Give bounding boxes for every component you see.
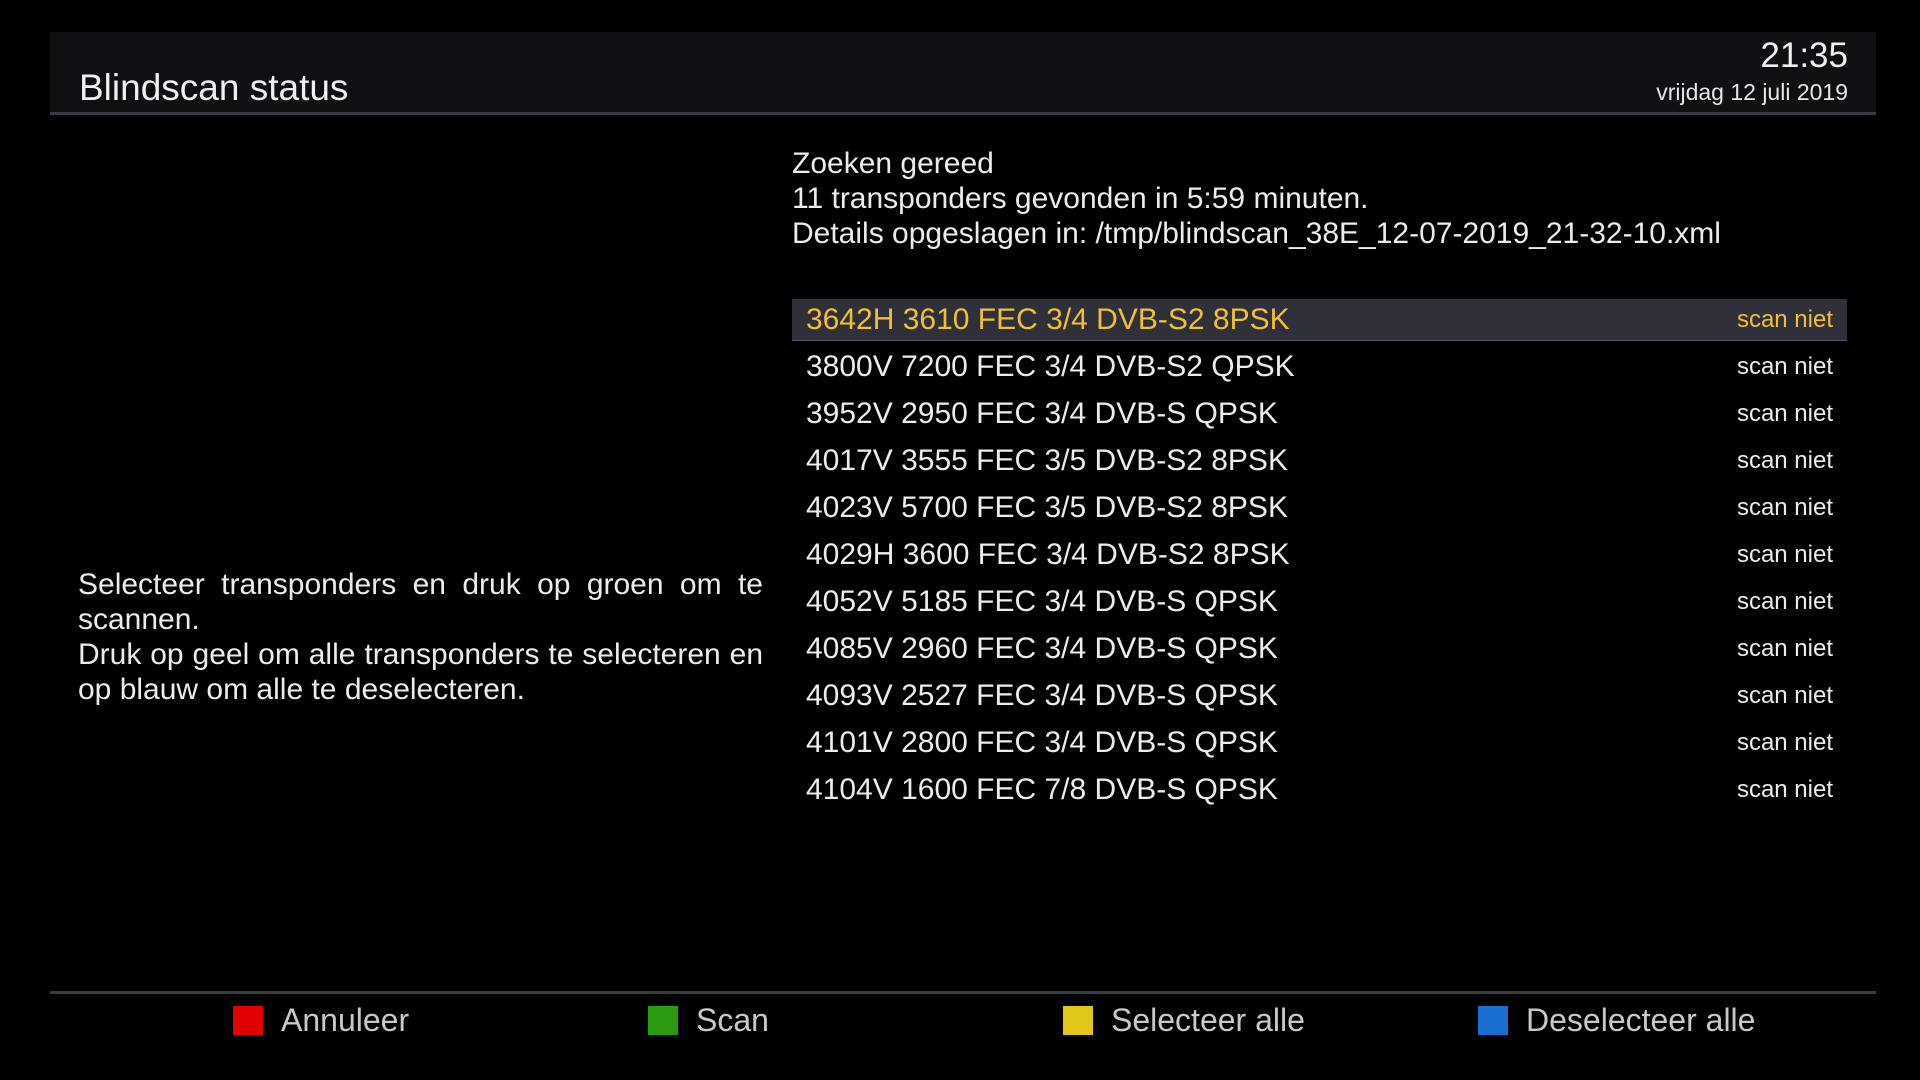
transponder-row[interactable]: 3642H 3610 FEC 3/4 DVB-S2 8PSK scan niet xyxy=(792,299,1847,341)
transponder-scan-status: scan niet xyxy=(1736,353,1833,380)
transponder-scan-status: scan niet xyxy=(1736,494,1833,521)
transponder-name: 4085V 2960 FEC 3/4 DVB-S QPSK xyxy=(806,632,1278,665)
transponder-list[interactable]: 3642H 3610 FEC 3/4 DVB-S2 8PSK scan niet… xyxy=(792,299,1847,816)
transponder-row[interactable]: 4052V 5185 FEC 3/4 DVB-S QPSK scan niet xyxy=(792,581,1847,628)
red-key-icon xyxy=(233,1005,263,1035)
transponder-scan-status: scan niet xyxy=(1736,541,1833,568)
yellow-key-icon xyxy=(1063,1005,1093,1035)
transponder-name: 4029H 3600 FEC 3/4 DVB-S2 8PSK xyxy=(806,538,1290,571)
scan-status-text: Zoeken gereed 11 transponders gevonden i… xyxy=(792,146,1721,251)
blindscan-status-screen: Blindscan status 21:35 vrijdag 12 juli 2… xyxy=(0,0,1920,1080)
transponder-name: 4101V 2800 FEC 3/4 DVB-S QPSK xyxy=(806,726,1278,759)
transponder-scan-status: scan niet xyxy=(1736,400,1833,427)
status-line: Details opgeslagen in: /tmp/blindscan_38… xyxy=(792,217,1721,250)
transponder-row[interactable]: 4093V 2527 FEC 3/4 DVB-S QPSK scan niet xyxy=(792,675,1847,722)
transponder-name: 3800V 7200 FEC 3/4 DVB-S2 QPSK xyxy=(806,350,1295,383)
transponder-name: 4017V 3555 FEC 3/5 DVB-S2 8PSK xyxy=(806,444,1288,477)
help-line: Selecteer transponders en druk op groen … xyxy=(78,568,763,636)
transponder-scan-status: scan niet xyxy=(1736,635,1833,662)
transponder-row[interactable]: 3952V 2950 FEC 3/4 DVB-S QPSK scan niet xyxy=(792,393,1847,440)
transponder-scan-status: scan niet xyxy=(1736,776,1833,803)
help-text: Selecteer transponders en druk op groen … xyxy=(78,567,763,707)
footer-divider xyxy=(50,991,1876,994)
cancel-button[interactable]: Annuleer xyxy=(233,996,409,1044)
page-title: Blindscan status xyxy=(79,67,349,108)
status-line: 11 transponders gevonden in 5:59 minuten… xyxy=(792,182,1369,215)
transponder-scan-status: scan niet xyxy=(1736,682,1833,709)
transponder-name: 3952V 2950 FEC 3/4 DVB-S QPSK xyxy=(806,397,1278,430)
help-line: Druk op geel om alle transponders te sel… xyxy=(78,638,763,706)
date: vrijdag 12 juli 2019 xyxy=(1656,79,1848,105)
transponder-name: 3642H 3610 FEC 3/4 DVB-S2 8PSK xyxy=(806,303,1290,336)
deselect-all-button[interactable]: Deselecteer alle xyxy=(1478,996,1755,1044)
cancel-button-label: Annuleer xyxy=(281,1002,410,1038)
scan-button-label: Scan xyxy=(696,1002,769,1038)
deselect-all-button-label: Deselecteer alle xyxy=(1526,1002,1756,1038)
transponder-row[interactable]: 4029H 3600 FEC 3/4 DVB-S2 8PSK scan niet xyxy=(792,534,1847,581)
transponder-row[interactable]: 4085V 2960 FEC 3/4 DVB-S QPSK scan niet xyxy=(792,628,1847,675)
transponder-name: 4052V 5185 FEC 3/4 DVB-S QPSK xyxy=(806,585,1278,618)
transponder-name: 4104V 1600 FEC 7/8 DVB-S QPSK xyxy=(806,773,1278,806)
transponder-name: 4093V 2527 FEC 3/4 DVB-S QPSK xyxy=(806,679,1278,712)
header-bar: Blindscan status 21:35 vrijdag 12 juli 2… xyxy=(50,32,1876,115)
transponder-row[interactable]: 4017V 3555 FEC 3/5 DVB-S2 8PSK scan niet xyxy=(792,440,1847,487)
select-all-button-label: Selecteer alle xyxy=(1111,1002,1305,1038)
transponder-row[interactable]: 4023V 5700 FEC 3/5 DVB-S2 8PSK scan niet xyxy=(792,487,1847,534)
scan-button[interactable]: Scan xyxy=(648,996,769,1044)
transponder-row[interactable]: 3800V 7200 FEC 3/4 DVB-S2 QPSK scan niet xyxy=(792,346,1847,393)
green-key-icon xyxy=(648,1005,678,1035)
transponder-scan-status: scan niet xyxy=(1736,588,1833,615)
clock: 21:35 xyxy=(1760,36,1848,75)
transponder-scan-status: scan niet xyxy=(1736,729,1833,756)
status-line: Zoeken gereed xyxy=(792,147,994,180)
transponder-scan-status: scan niet xyxy=(1736,306,1833,333)
transponder-row[interactable]: 4101V 2800 FEC 3/4 DVB-S QPSK scan niet xyxy=(792,722,1847,769)
select-all-button[interactable]: Selecteer alle xyxy=(1063,996,1305,1044)
blue-key-icon xyxy=(1478,1005,1508,1035)
transponder-row[interactable]: 4104V 1600 FEC 7/8 DVB-S QPSK scan niet xyxy=(792,769,1847,816)
footer-button-bar: Annuleer Scan Selecteer alle Deselecteer… xyxy=(0,996,1920,1044)
transponder-name: 4023V 5700 FEC 3/5 DVB-S2 8PSK xyxy=(806,491,1288,524)
transponder-scan-status: scan niet xyxy=(1736,447,1833,474)
